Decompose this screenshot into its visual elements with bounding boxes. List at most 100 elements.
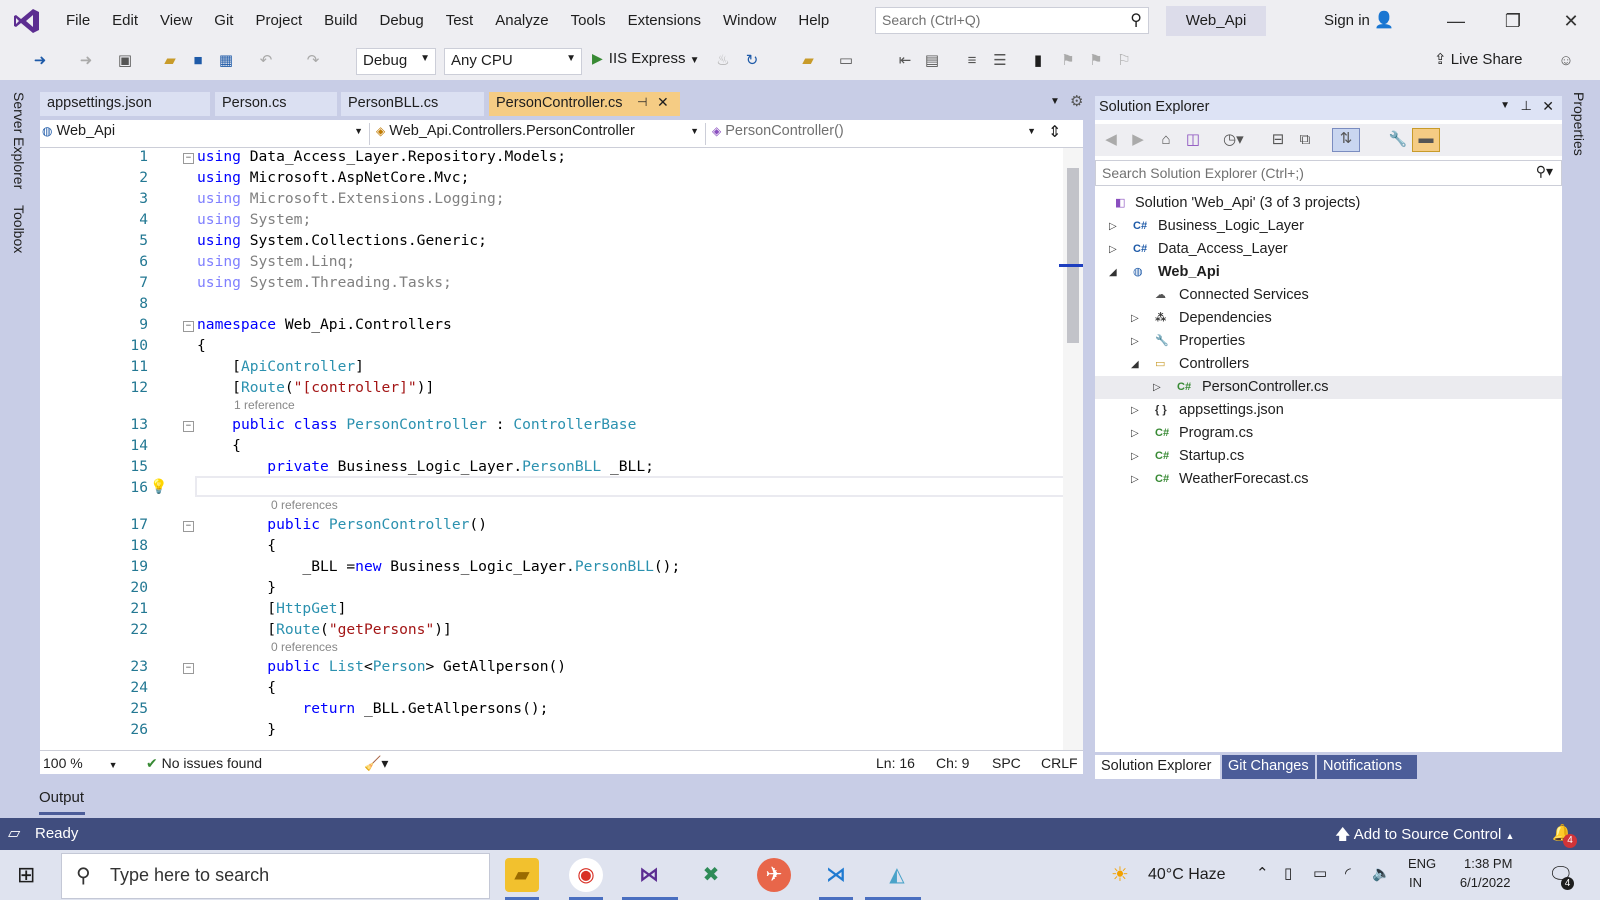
menu-edit[interactable]: Edit bbox=[101, 0, 149, 42]
tab-list-dropdown-icon[interactable]: ▼ bbox=[1050, 96, 1060, 107]
close-window-button[interactable]: ✕ bbox=[1548, 0, 1594, 42]
collapse-icon[interactable]: − bbox=[183, 321, 194, 332]
weather-widget[interactable]: 40°C Haze bbox=[1148, 866, 1226, 884]
clear-bookmarks-icon[interactable]: ⚐ bbox=[1114, 51, 1134, 71]
platform-dropdown[interactable]: Any CPU ▼ bbox=[444, 48, 582, 75]
tab-personbll[interactable]: PersonBLL.cs bbox=[341, 92, 484, 116]
save-all-icon[interactable]: ▦ bbox=[216, 51, 236, 71]
open-folder-icon[interactable]: ▰ bbox=[160, 51, 180, 71]
prev-bookmark-icon[interactable]: ⚑ bbox=[1058, 51, 1078, 71]
tree-item-personcontroller[interactable]: ▷ C# PersonController.cs bbox=[1095, 376, 1562, 399]
file-explorer-icon[interactable]: ▰ bbox=[505, 858, 539, 892]
tree-item-appsettings[interactable]: ▷ { } appsettings.json bbox=[1095, 399, 1562, 422]
output-tab[interactable]: Output bbox=[39, 789, 84, 806]
show-all-files-icon[interactable]: ⧉ bbox=[1295, 130, 1315, 150]
browse-folder-icon[interactable]: ▰ bbox=[798, 51, 818, 71]
restore-button[interactable]: ❐ bbox=[1490, 0, 1536, 42]
tab-personcontroller[interactable]: PersonController.cs ⊣ ✕ bbox=[489, 92, 680, 116]
chevron-up-icon[interactable]: ⌃ bbox=[1256, 864, 1269, 882]
start-debugging-button[interactable]: ▶ IIS Express ▼ bbox=[592, 50, 700, 67]
menu-window[interactable]: Window bbox=[712, 0, 787, 42]
pin-icon[interactable]: ⊥ bbox=[1521, 98, 1532, 114]
bookmark-icon[interactable]: ▮ bbox=[1028, 51, 1048, 71]
clock[interactable]: 1:38 PM 6/1/2022 bbox=[1458, 856, 1513, 890]
menu-test[interactable]: Test bbox=[435, 0, 485, 42]
weather-haze-icon[interactable]: ☀ bbox=[1111, 862, 1129, 887]
server-explorer-tab[interactable]: Server Explorer bbox=[11, 92, 27, 189]
expand-icon[interactable]: ▷ bbox=[1131, 422, 1139, 445]
toolbox-tab[interactable]: Toolbox bbox=[11, 205, 27, 253]
tree-item-dependencies[interactable]: ▷ ⁂ Dependencies bbox=[1095, 307, 1562, 330]
next-bookmark-icon[interactable]: ⚑ bbox=[1086, 51, 1106, 71]
menu-help[interactable]: Help bbox=[787, 0, 840, 42]
menu-file[interactable]: File bbox=[55, 0, 101, 42]
source-control-button[interactable]: 🡅 Add to Source Control ▲ bbox=[1335, 824, 1514, 849]
split-window-icon[interactable]: ⇕ bbox=[1048, 122, 1061, 142]
preview-selected-items-icon[interactable]: ▬ bbox=[1412, 128, 1440, 152]
comment-out-icon[interactable]: ≡ bbox=[962, 51, 982, 71]
expand-icon[interactable]: ▷ bbox=[1109, 238, 1117, 261]
tree-item-web-api[interactable]: ◢ ◍ Web_Api bbox=[1095, 261, 1562, 284]
line-indicator[interactable]: Ln: 16 bbox=[876, 755, 915, 771]
code-lens-references[interactable]: 1 reference bbox=[234, 398, 295, 412]
save-icon[interactable]: ■ bbox=[188, 51, 208, 71]
collapse-icon[interactable]: − bbox=[183, 153, 194, 164]
wifi-icon[interactable]: ◜ bbox=[1345, 864, 1351, 882]
whitespace-indicator[interactable]: SPC bbox=[992, 755, 1021, 771]
type-dropdown[interactable]: ◈ Web_Api.Controllers.PersonController ▼ bbox=[376, 123, 706, 145]
tree-item-weatherforecast[interactable]: ▷ C# WeatherForecast.cs bbox=[1095, 468, 1562, 491]
hot-reload-icon[interactable]: ♨ bbox=[713, 51, 733, 71]
configuration-dropdown[interactable]: Debug ▼ bbox=[356, 48, 436, 75]
navigate-back-icon[interactable]: ➜ bbox=[30, 51, 50, 71]
input-language-indicator[interactable]: ENG IN bbox=[1408, 856, 1436, 890]
collapse-icon[interactable]: − bbox=[183, 421, 194, 432]
tree-item-business-logic-layer[interactable]: ▷ C# Business_Logic_Layer bbox=[1095, 215, 1562, 238]
expand-icon[interactable]: ▷ bbox=[1131, 330, 1139, 353]
chrome-icon[interactable]: ◉ bbox=[569, 858, 603, 892]
vscode-icon[interactable]: ⋊ bbox=[819, 858, 853, 892]
switch-views-icon[interactable]: ◫ bbox=[1183, 130, 1203, 150]
collapse-all-icon[interactable]: ⊟ bbox=[1268, 130, 1288, 150]
column-indicator[interactable]: Ch: 9 bbox=[936, 755, 969, 771]
expand-icon[interactable]: ▷ bbox=[1131, 399, 1139, 422]
tree-item-data-access-layer[interactable]: ▷ C# Data_Access_Layer bbox=[1095, 238, 1562, 261]
tree-item-controllers[interactable]: ◢ ▭ Controllers bbox=[1095, 353, 1562, 376]
tab-appsettings[interactable]: appsettings.json bbox=[40, 92, 210, 116]
tab-person[interactable]: Person.cs bbox=[215, 92, 337, 116]
expand-icon[interactable]: ▷ bbox=[1131, 468, 1139, 491]
refresh-icon[interactable]: ↻ bbox=[742, 51, 762, 71]
tree-item-startup[interactable]: ▷ C# Startup.cs bbox=[1095, 445, 1562, 468]
tree-item-connected-services[interactable]: ☁ Connected Services bbox=[1095, 284, 1562, 307]
tree-item-program[interactable]: ▷ C# Program.cs bbox=[1095, 422, 1562, 445]
lightbulb-icon[interactable]: 💡 bbox=[150, 479, 167, 495]
solution-name-badge[interactable]: Web_Api bbox=[1166, 6, 1266, 36]
pin-icon[interactable]: ⊣ bbox=[637, 95, 647, 109]
expand-icon[interactable]: ▷ bbox=[1131, 445, 1139, 468]
project-dropdown[interactable]: ◍ Web_Api ▼ bbox=[42, 123, 370, 145]
collapse-icon[interactable]: ◢ bbox=[1109, 261, 1117, 284]
tab-solution-explorer[interactable]: Solution Explorer bbox=[1095, 755, 1220, 779]
code-editor[interactable]: 1 2 3 4 5 6 7 8 9 10 11 12 13 14 15 16 1… bbox=[40, 148, 1063, 750]
scrollbar-thumb[interactable] bbox=[1067, 168, 1079, 343]
windows-start-icon[interactable]: ⊞ bbox=[17, 862, 35, 888]
menu-build[interactable]: Build bbox=[313, 0, 368, 42]
excel-icon[interactable]: ✖ bbox=[694, 858, 728, 892]
member-dropdown[interactable]: ◈ PersonController() ▼ bbox=[712, 123, 1042, 145]
editor-vertical-scrollbar[interactable] bbox=[1059, 148, 1083, 750]
properties-tab[interactable]: Properties bbox=[1571, 92, 1587, 156]
code-lens-references[interactable]: 0 references bbox=[271, 498, 338, 512]
live-share-button[interactable]: ⇪ Live Share bbox=[1434, 50, 1522, 68]
code-lens-references[interactable]: 0 references bbox=[271, 640, 338, 654]
tree-item-properties[interactable]: ▷ 🔧 Properties bbox=[1095, 330, 1562, 353]
forward-icon[interactable]: ▶ bbox=[1128, 130, 1148, 150]
visual-studio-taskbar-icon[interactable]: ⋈ bbox=[632, 858, 666, 892]
menu-view[interactable]: View bbox=[149, 0, 203, 42]
volume-icon[interactable]: 🔈 bbox=[1372, 864, 1391, 882]
new-project-icon[interactable]: ▣ bbox=[115, 51, 135, 71]
code-cleanup-icon[interactable]: 🧹▾ bbox=[364, 755, 388, 772]
uncomment-icon[interactable]: ☰ bbox=[990, 51, 1010, 71]
settings-gear-icon[interactable]: ⚙ bbox=[1070, 92, 1083, 110]
solution-explorer-search-input[interactable]: Search Solution Explorer (Ctrl+;) ⚲▾ bbox=[1095, 160, 1562, 186]
tab-git-changes[interactable]: Git Changes bbox=[1222, 755, 1315, 779]
global-search-input[interactable]: Search (Ctrl+Q) ⚲ bbox=[875, 7, 1149, 34]
